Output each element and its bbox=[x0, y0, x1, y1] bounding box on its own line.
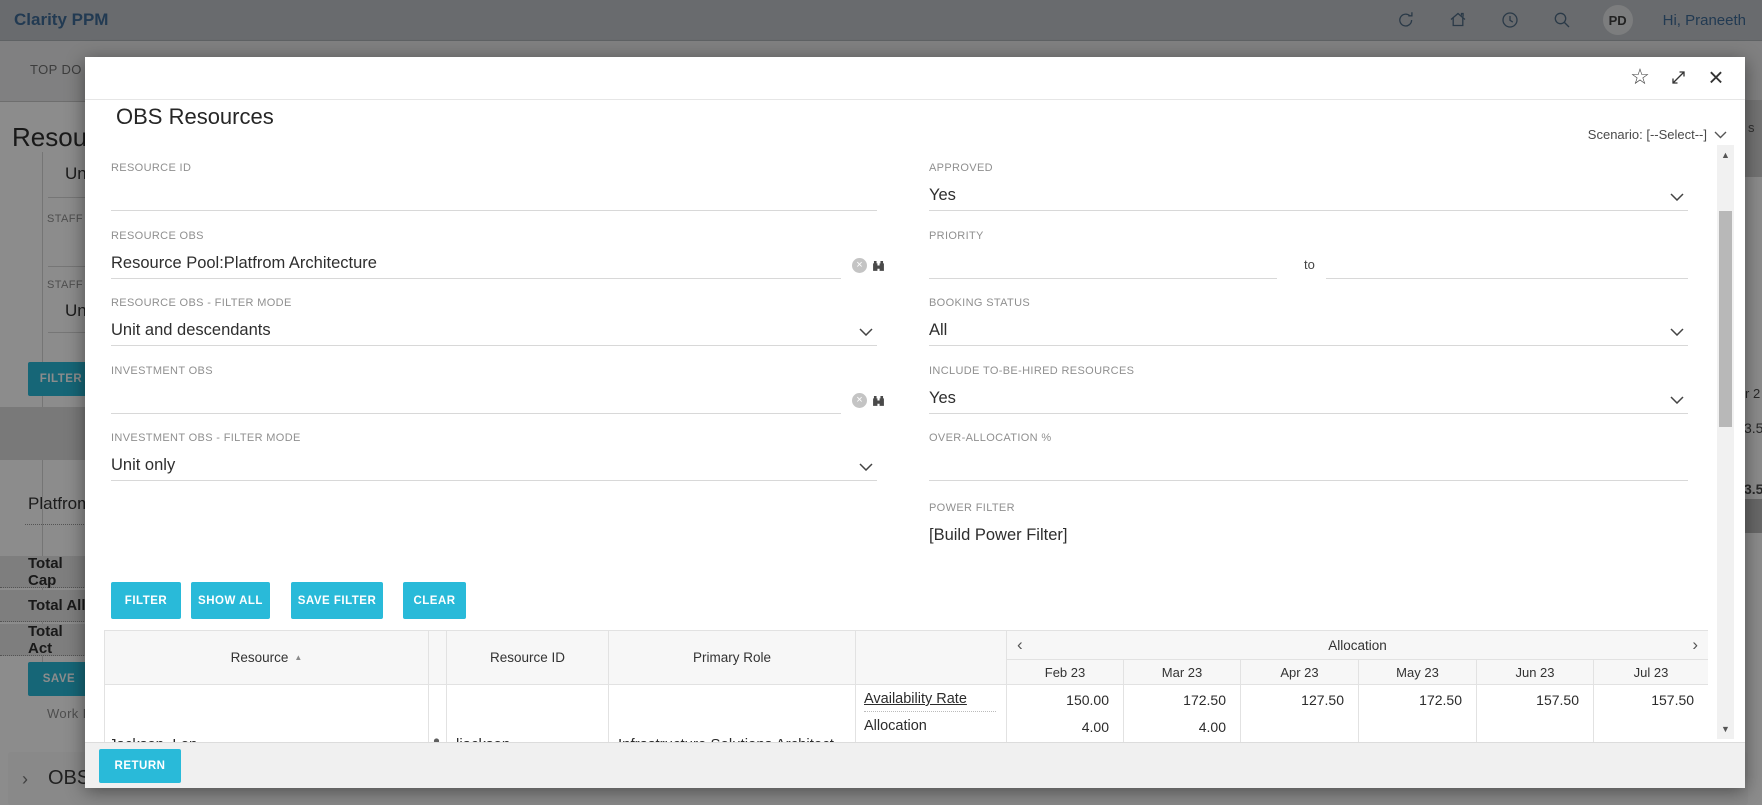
chevron-down-icon bbox=[859, 463, 873, 471]
column-header-primary-role[interactable]: Primary Role bbox=[608, 630, 856, 685]
availability-value: 157.50 bbox=[1536, 692, 1579, 708]
resource-obs-label: RESOURCE OBS bbox=[111, 230, 204, 242]
column-header-icon bbox=[428, 630, 447, 685]
scenario-label: Scenario: [--Select--] bbox=[1587, 127, 1707, 142]
over-allocation-input[interactable] bbox=[929, 449, 1688, 481]
obs-resources-modal: ☆ × OBS Resources Scenario: [--Select--]… bbox=[85, 57, 1745, 788]
scrollbar-thumb[interactable] bbox=[1719, 211, 1732, 427]
scenario-select[interactable]: Scenario: [--Select--] bbox=[1588, 127, 1727, 142]
sort-ascending-icon: ▲ bbox=[294, 653, 303, 662]
column-header-resource-id[interactable]: Resource ID bbox=[446, 630, 609, 685]
table-row: Jackson, Len ljackson Infrastructure Sol… bbox=[104, 684, 1708, 742]
booking-status-label: BOOKING STATUS bbox=[929, 297, 1031, 309]
field-booking-status: BOOKING STATUS All bbox=[929, 297, 1688, 346]
save-filter-button[interactable]: SAVE FILTER bbox=[291, 582, 383, 619]
field-include-to-be-hired: INCLUDE TO-BE-HIRED RESOURCES Yes bbox=[929, 365, 1688, 414]
chevron-down-icon bbox=[859, 328, 873, 336]
allocation-value[interactable] bbox=[1241, 712, 1358, 739]
priority-to-input[interactable] bbox=[1326, 247, 1688, 279]
month-header: Feb 23 bbox=[1006, 659, 1124, 685]
show-all-button[interactable]: SHOW ALL bbox=[191, 582, 270, 619]
investment-obs-label: INVESTMENT OBS bbox=[111, 365, 213, 377]
expand-icon[interactable] bbox=[1665, 64, 1691, 90]
field-priority: PRIORITY to bbox=[929, 230, 1688, 279]
priority-from-input[interactable] bbox=[929, 247, 1277, 279]
allocation-value[interactable] bbox=[1594, 712, 1708, 739]
availability-value: 150.00 bbox=[1066, 692, 1109, 708]
field-approved: APPROVED Yes bbox=[929, 162, 1688, 211]
month-header: Mar 23 bbox=[1123, 659, 1241, 685]
availability-value: 127.50 bbox=[1301, 692, 1344, 708]
field-investment-obs-filter-mode: INVESTMENT OBS - FILTER MODE Unit only bbox=[111, 432, 877, 481]
investment-obs-input[interactable]: × bbox=[111, 382, 884, 414]
month-header: Jun 23 bbox=[1476, 659, 1594, 685]
resource-obs-input[interactable]: Resource Pool:Platfrom Architecture × bbox=[111, 247, 884, 279]
availability-value: 172.50 bbox=[1183, 692, 1226, 708]
column-header-metrics bbox=[855, 630, 1007, 685]
chevron-down-icon bbox=[1670, 193, 1684, 201]
modal-title: OBS Resources bbox=[116, 104, 274, 129]
binoculars-browse-icon[interactable] bbox=[872, 394, 885, 407]
scrollbar-down-icon[interactable]: ▼ bbox=[1717, 724, 1734, 734]
field-investment-obs: INVESTMENT OBS × bbox=[111, 365, 884, 414]
investment-obs-filter-mode-label: INVESTMENT OBS - FILTER MODE bbox=[111, 432, 301, 444]
column-header-resource[interactable]: Resource ▲ bbox=[104, 630, 429, 685]
clear-icon[interactable]: × bbox=[852, 258, 867, 273]
chevron-down-icon bbox=[1714, 131, 1727, 138]
availability-value: 157.50 bbox=[1651, 692, 1695, 708]
close-icon[interactable]: × bbox=[1703, 64, 1729, 90]
month-header: Apr 23 bbox=[1240, 659, 1359, 685]
allocation-value[interactable] bbox=[1477, 712, 1593, 739]
availability-value: 172.50 bbox=[1419, 692, 1462, 708]
field-over-allocation: OVER-ALLOCATION % bbox=[929, 432, 1688, 481]
resource-id-input[interactable] bbox=[111, 179, 877, 211]
screen: Clarity PPM PD Hi, Praneeth TOP DO Resou… bbox=[0, 0, 1762, 805]
approved-label: APPROVED bbox=[929, 162, 993, 174]
clear-button[interactable]: CLEAR bbox=[403, 582, 466, 619]
field-resource-id: RESOURCE ID bbox=[111, 162, 877, 211]
field-resource-obs: RESOURCE OBS Resource Pool:Platfrom Arch… bbox=[111, 230, 884, 279]
allocation-value[interactable]: 4.00 bbox=[1007, 712, 1123, 739]
over-allocation-label: OVER-ALLOCATION % bbox=[929, 432, 1052, 444]
favorite-star-icon[interactable]: ☆ bbox=[1627, 64, 1653, 90]
modal-footer: RETURN bbox=[85, 742, 1745, 788]
approved-select[interactable]: Yes bbox=[929, 179, 1688, 211]
include-to-be-hired-label: INCLUDE TO-BE-HIRED RESOURCES bbox=[929, 365, 1135, 377]
booking-status-select[interactable]: All bbox=[929, 314, 1688, 346]
allocation-row-label: Allocation bbox=[864, 718, 927, 734]
results-grid: Resource ▲ Resource ID Primary Role ‹ All… bbox=[104, 630, 1708, 742]
return-button[interactable]: RETURN bbox=[99, 749, 181, 783]
availability-rate-link[interactable]: Availability Rate bbox=[864, 685, 996, 712]
month-header: May 23 bbox=[1358, 659, 1477, 685]
modal-scrollbar[interactable]: ▲ ▼ bbox=[1717, 145, 1734, 739]
build-power-filter-link[interactable]: [Build Power Filter] bbox=[929, 526, 1067, 550]
resource-id-label: RESOURCE ID bbox=[111, 162, 192, 174]
resource-obs-filter-mode-select[interactable]: Unit and descendants bbox=[111, 314, 877, 346]
investment-obs-filter-mode-select[interactable]: Unit only bbox=[111, 449, 877, 481]
power-filter-label: POWER FILTER bbox=[929, 502, 1015, 514]
month-header: Jul 23 bbox=[1592, 659, 1708, 685]
scroll-months-right-icon[interactable]: › bbox=[1692, 636, 1698, 653]
scroll-months-left-icon[interactable]: ‹ bbox=[1017, 636, 1023, 653]
include-to-be-hired-select[interactable]: Yes bbox=[929, 382, 1688, 414]
clear-icon[interactable]: × bbox=[852, 393, 867, 408]
scrollbar-up-icon[interactable]: ▲ bbox=[1717, 150, 1734, 160]
priority-label: PRIORITY bbox=[929, 230, 984, 242]
resource-obs-filter-mode-label: RESOURCE OBS - FILTER MODE bbox=[111, 297, 292, 309]
chevron-down-icon bbox=[1670, 328, 1684, 336]
filter-button[interactable]: FILTER bbox=[111, 582, 181, 619]
allocation-group-header: ‹ Allocation › bbox=[1005, 630, 1708, 660]
allocation-value[interactable]: 4.00 bbox=[1124, 712, 1240, 739]
priority-to-label: to bbox=[1304, 257, 1315, 272]
chevron-down-icon bbox=[1670, 396, 1684, 404]
field-resource-obs-filter-mode: RESOURCE OBS - FILTER MODE Unit and desc… bbox=[111, 297, 877, 346]
binoculars-browse-icon[interactable] bbox=[872, 259, 885, 272]
field-power-filter: POWER FILTER [Build Power Filter] bbox=[929, 502, 1688, 550]
allocation-value[interactable] bbox=[1359, 712, 1476, 739]
